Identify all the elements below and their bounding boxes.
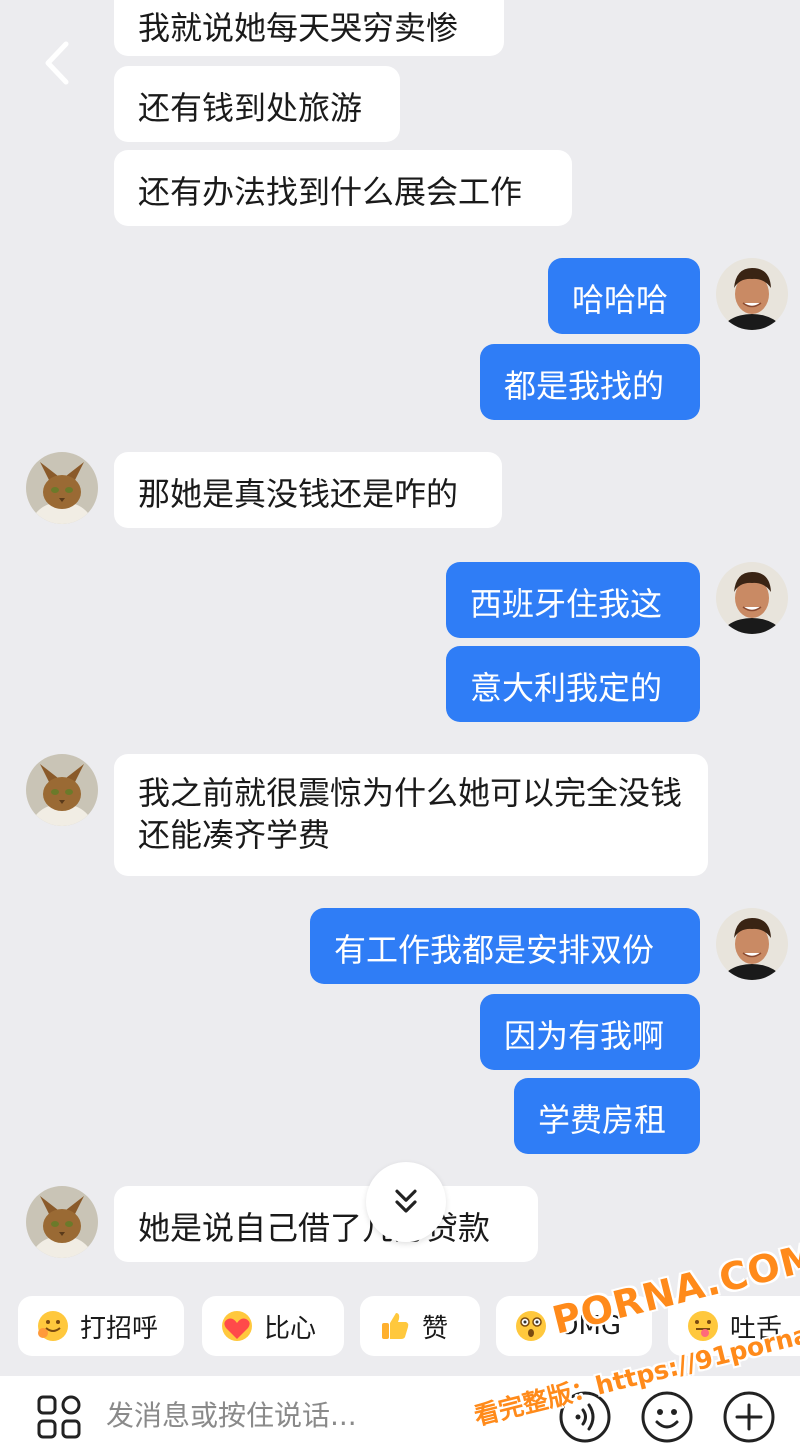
quick-reply-heart[interactable]: 比心: [202, 1296, 344, 1356]
thumbs-up-icon: [382, 1313, 409, 1339]
chevron-left-icon: [45, 41, 69, 85]
message-input[interactable]: 发消息或按住说话...: [106, 1390, 526, 1442]
message-bubble-incoming[interactable]: 我之前就很震惊为什么她可以完全没钱还能凑齐学费: [114, 754, 708, 876]
message-text: 都是我找的: [504, 367, 665, 405]
quick-reply-tongue[interactable]: 吐舌: [668, 1296, 800, 1356]
surprised-face-icon: [516, 1311, 546, 1341]
quick-reply-label: 比心: [264, 1313, 317, 1344]
quick-reply-omg[interactable]: OMG: [496, 1296, 652, 1356]
person-avatar-image: [716, 258, 788, 330]
self-avatar[interactable]: [716, 908, 788, 980]
heart-hands-icon: [222, 1311, 252, 1341]
message-text: 西班牙住我这: [470, 585, 663, 623]
message-text: 学费房租: [538, 1101, 667, 1139]
cat-avatar-image: [26, 1186, 98, 1258]
apps-grid-icon[interactable]: [36, 1394, 82, 1440]
quick-reply-greet[interactable]: 打招呼: [18, 1296, 184, 1356]
self-avatar[interactable]: [716, 258, 788, 330]
message-bubble-outgoing[interactable]: 意大利我定的: [446, 646, 700, 722]
message-text: 因为有我啊: [504, 1017, 665, 1055]
person-avatar-image: [716, 908, 788, 980]
back-button[interactable]: [38, 38, 78, 88]
message-bubble-incoming[interactable]: 她是说自己借了几万贷款: [114, 1186, 538, 1262]
message-bubble-outgoing[interactable]: 因为有我啊: [480, 994, 700, 1070]
contact-avatar[interactable]: [26, 1186, 98, 1258]
message-text: 哈哈哈: [572, 281, 669, 319]
tongue-face-icon: [687, 1311, 718, 1341]
message-text: 意大利我定的: [470, 669, 663, 707]
person-avatar-image: [716, 562, 788, 634]
message-bubble-outgoing[interactable]: 有工作我都是安排双份: [310, 908, 700, 984]
quick-reply-label: 赞: [422, 1313, 449, 1344]
message-bubble-outgoing[interactable]: 学费房租: [514, 1078, 700, 1154]
quick-reply-like[interactable]: 赞: [360, 1296, 480, 1356]
add-icon[interactable]: [722, 1390, 776, 1444]
message-text: 我就说她每天哭穷卖惨: [138, 9, 459, 47]
message-input-bar: 发消息或按住说话...: [0, 1376, 800, 1456]
scroll-to-bottom-button[interactable]: [366, 1162, 446, 1242]
emoji-icon[interactable]: [640, 1390, 694, 1444]
message-text: 还有办法找到什么展会工作: [138, 173, 523, 211]
quick-reply-label: 打招呼: [80, 1313, 159, 1344]
message-text: 那她是真没钱还是咋的: [138, 475, 459, 513]
message-bubble-outgoing[interactable]: 哈哈哈: [548, 258, 700, 334]
message-text: 还有钱到处旅游: [138, 89, 363, 127]
voice-icon[interactable]: [558, 1390, 612, 1444]
message-bubble-incoming[interactable]: 那她是真没钱还是咋的: [114, 452, 502, 528]
message-bubble-incoming[interactable]: 我就说她每天哭穷卖惨: [114, 0, 504, 56]
self-avatar[interactable]: [716, 562, 788, 634]
cat-avatar-image: [26, 452, 98, 524]
quick-reply-label: 吐舌: [729, 1313, 782, 1344]
contact-avatar[interactable]: [26, 452, 98, 524]
message-bubble-incoming[interactable]: 还有办法找到什么展会工作: [114, 150, 572, 226]
quick-reply-label: OMG: [558, 1311, 622, 1341]
double-chevron-down-icon: [395, 1189, 417, 1213]
message-bubble-outgoing[interactable]: 西班牙住我这: [446, 562, 700, 638]
cat-avatar-image: [26, 754, 98, 826]
message-text: 我之前就很震惊为什么她可以完全没钱还能凑齐学费: [138, 774, 683, 854]
message-bubble-incoming[interactable]: 还有钱到处旅游: [114, 66, 400, 142]
message-bubble-outgoing[interactable]: 都是我找的: [480, 344, 700, 420]
message-text: 有工作我都是安排双份: [334, 931, 655, 969]
contact-avatar[interactable]: [26, 754, 98, 826]
waving-face-icon: [38, 1311, 68, 1341]
